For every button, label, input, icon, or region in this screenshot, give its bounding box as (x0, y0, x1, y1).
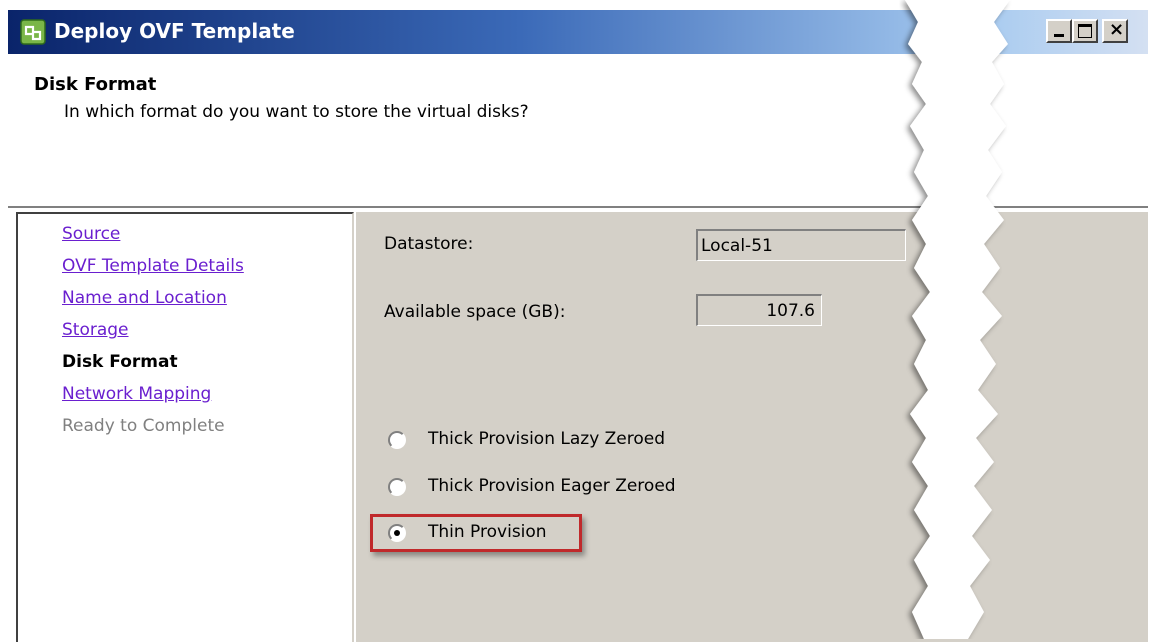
torn-gap (905, 0, 1010, 639)
deploy-ovf-window: Deploy OVF Template × Disk Format In whi… (0, 0, 1155, 642)
torn-page-overlay (905, 0, 1010, 639)
